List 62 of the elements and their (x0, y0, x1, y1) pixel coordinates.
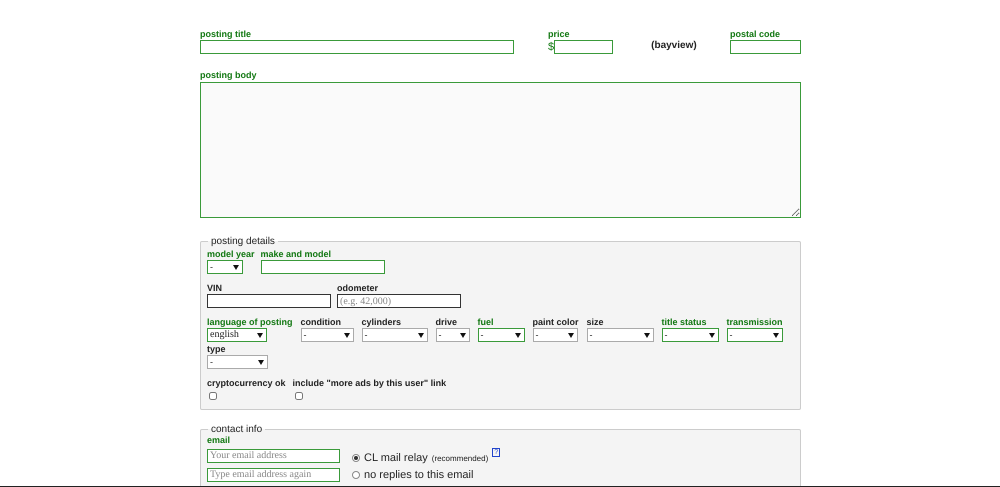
caret-icon (708, 332, 715, 338)
field-label: odometer (337, 283, 380, 294)
caret-icon (644, 332, 650, 338)
caret-icon (514, 332, 520, 338)
field-label: type (207, 344, 227, 355)
caret-icon (233, 264, 239, 270)
checkbox[interactable] (294, 392, 303, 400)
input-field[interactable] (207, 294, 331, 308)
field-label: postal code (730, 29, 782, 40)
caret-icon (257, 332, 263, 338)
option-label: CL mail relay (364, 451, 428, 466)
input-field[interactable] (554, 40, 614, 54)
field-label: cylinders (362, 317, 402, 328)
field-label: condition (300, 317, 342, 328)
field-label: cryptocurrency ok (207, 378, 286, 389)
dropdown[interactable]: - (436, 328, 470, 342)
fieldset-legend: contact info (208, 424, 266, 435)
field-label: title status (662, 317, 708, 328)
dropdown[interactable]: - (662, 328, 719, 342)
field-label: make and model (260, 249, 332, 260)
field-label: drive (436, 317, 458, 328)
fieldset-legend: posting details (208, 236, 278, 247)
dropdown[interactable]: - (532, 328, 578, 342)
caret-icon (258, 360, 264, 364)
caret-icon (344, 332, 350, 338)
caret-icon (568, 332, 574, 338)
field-label: model year (207, 249, 255, 260)
field-label: paint color (532, 317, 579, 328)
input-field[interactable]: Type email address again (207, 468, 340, 482)
radio-button[interactable] (352, 470, 360, 479)
field-label: size (586, 317, 605, 328)
field-label: fuel (478, 317, 495, 328)
caret-icon (418, 332, 424, 338)
field-label: language of posting (207, 317, 292, 328)
input-field[interactable]: (e.g. 42,000) (337, 294, 461, 308)
field-label: posting title (200, 29, 252, 40)
input-field[interactable] (260, 260, 385, 274)
radio-button[interactable] (352, 454, 360, 462)
input-field[interactable] (730, 40, 801, 54)
dropdown[interactable]: - (207, 355, 268, 369)
caret-icon (772, 332, 779, 338)
input-field[interactable]: Your email address (207, 448, 340, 462)
field-label: posting body (200, 70, 258, 81)
field-label: VIN (207, 283, 224, 294)
option-label: no replies to this email (364, 468, 474, 482)
field-label: include "more ads by this user" link (292, 378, 446, 389)
caret-icon (460, 332, 466, 338)
dropdown[interactable]: - (362, 328, 428, 342)
area-name: (bayview) (651, 39, 697, 53)
field-label: transmission (726, 317, 783, 328)
field-label: price (548, 29, 571, 40)
checkbox[interactable] (209, 392, 217, 400)
dropdown[interactable]: - (726, 328, 783, 342)
input-field[interactable] (200, 40, 514, 54)
field-label: email (207, 435, 232, 446)
dropdown[interactable]: - (300, 328, 354, 342)
dropdown[interactable]: - (478, 328, 524, 342)
dropdown[interactable]: english (207, 328, 267, 342)
dropdown[interactable]: - (586, 328, 654, 342)
dropdown[interactable]: - (207, 260, 243, 274)
option-note: (recommended) (432, 453, 488, 466)
currency-symbol: $ (548, 40, 554, 54)
